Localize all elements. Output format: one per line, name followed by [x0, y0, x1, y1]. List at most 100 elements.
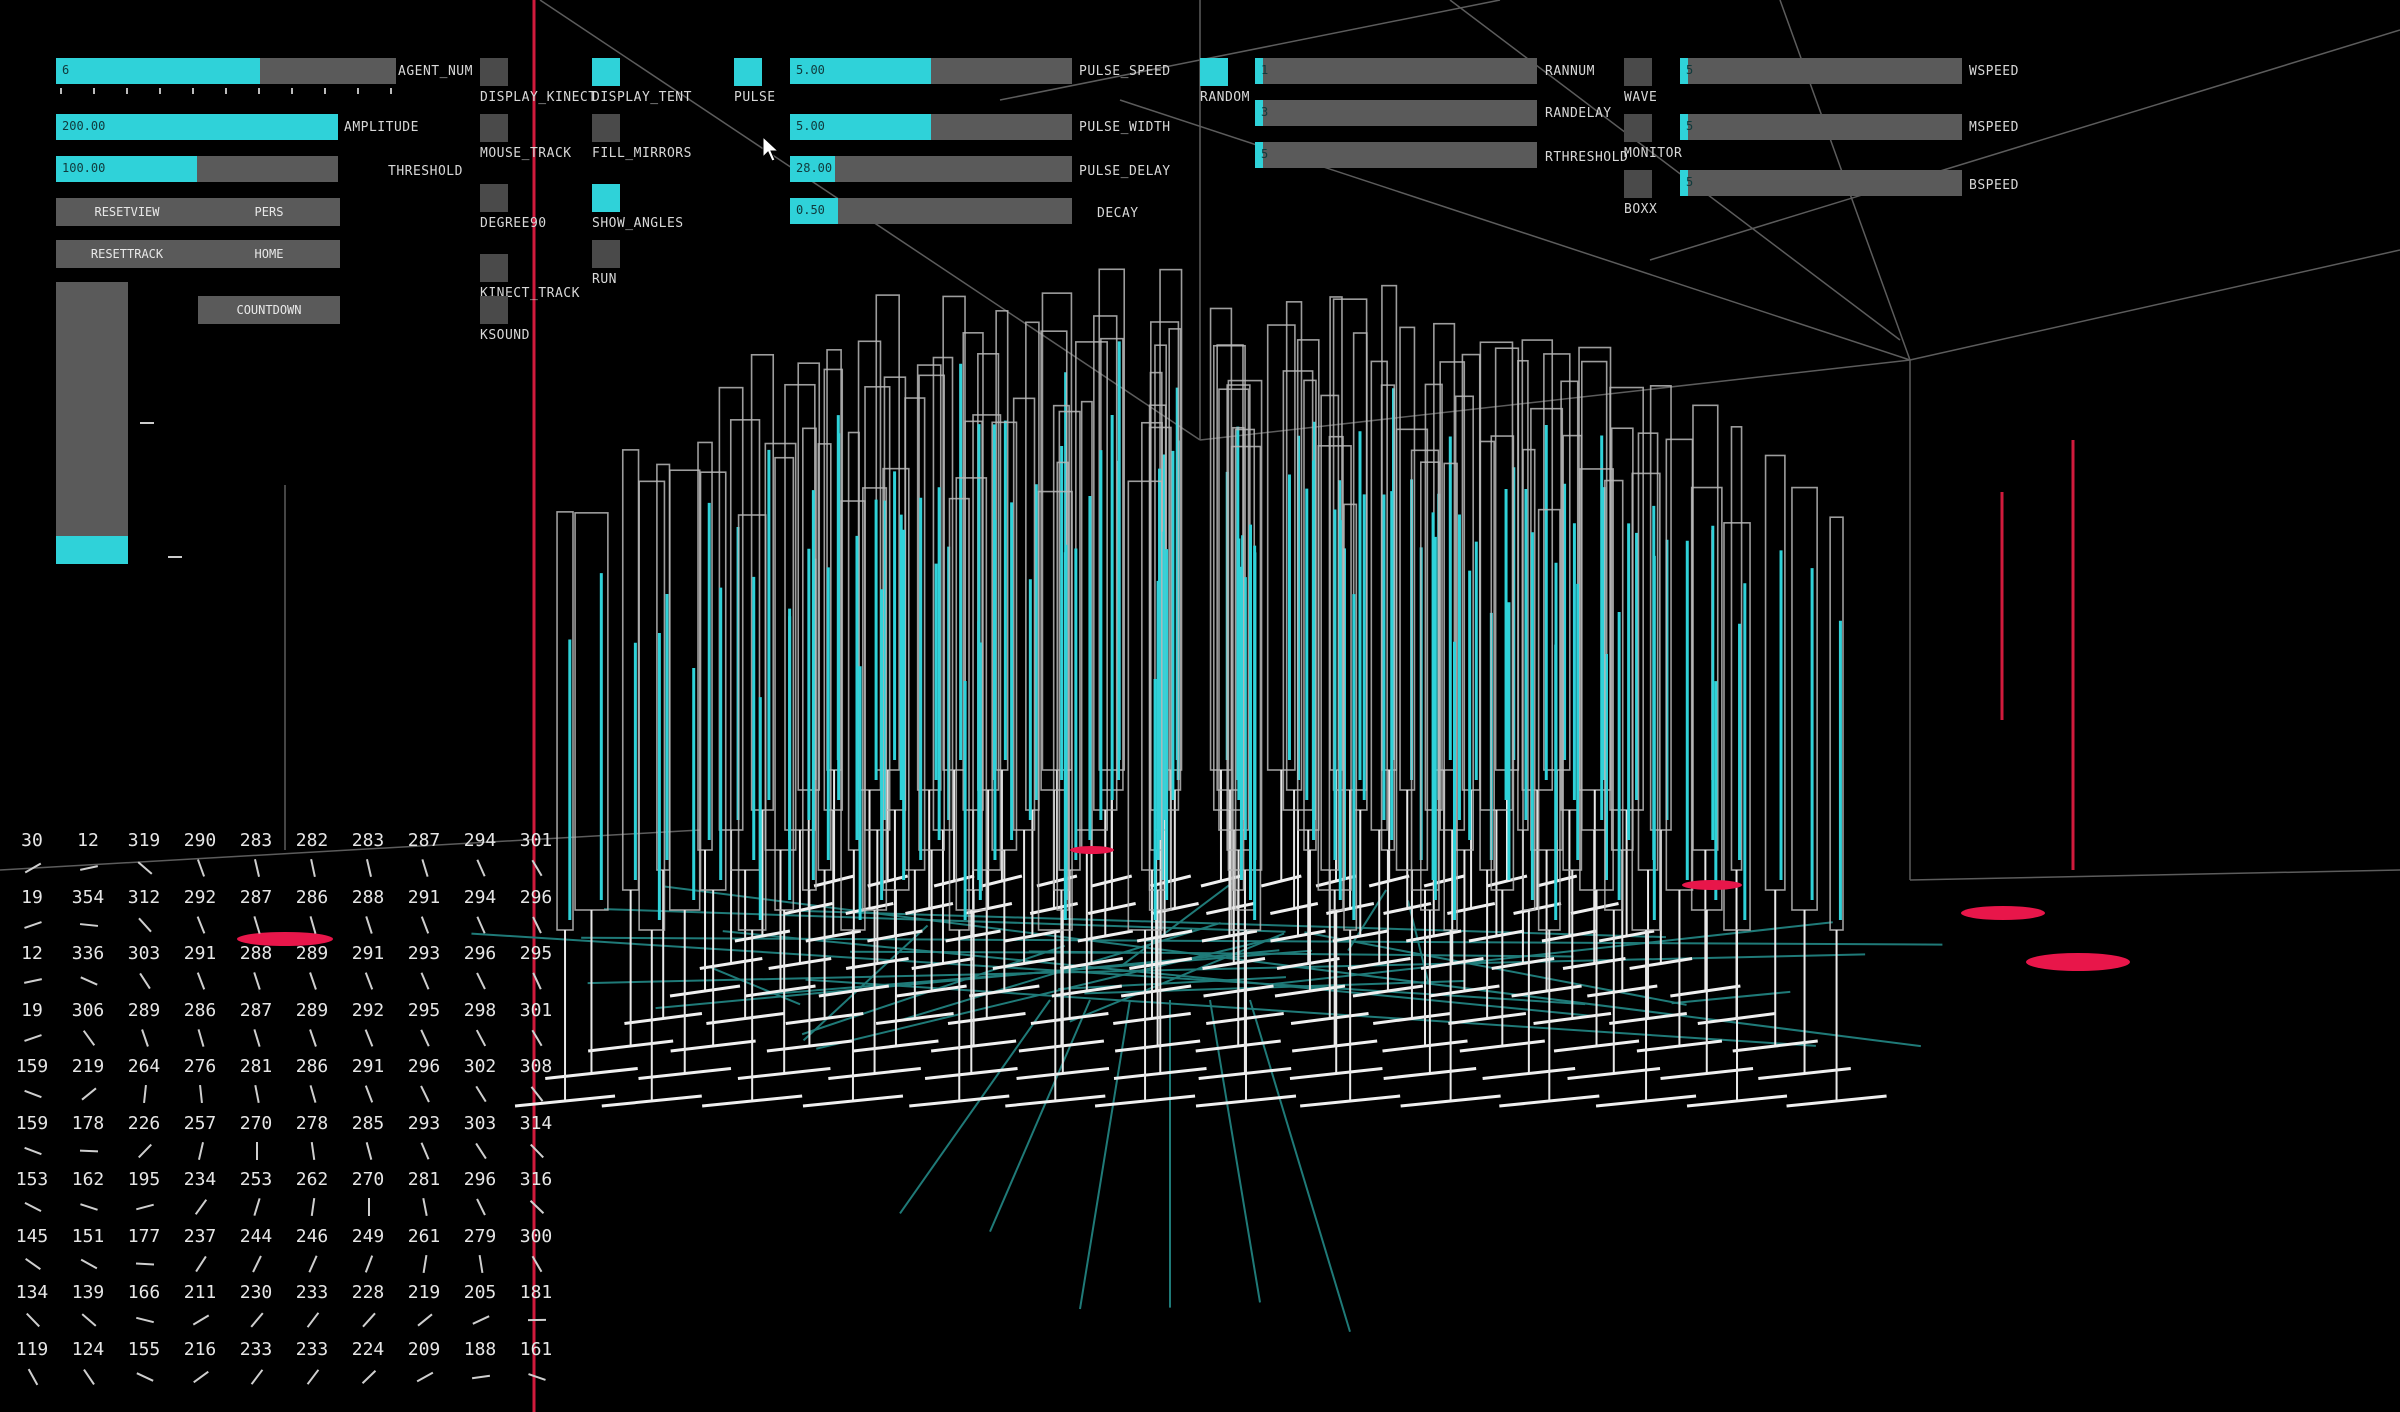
pulse-toggle[interactable] [734, 58, 762, 86]
pulse-delay-slider[interactable]: 28.00 [790, 156, 1072, 182]
home-button[interactable]: HOME [198, 240, 340, 268]
rannum-slider[interactable]: 1 [1255, 58, 1537, 84]
angle-value: 19 [21, 886, 43, 908]
angle-value: 139 [71, 1282, 105, 1303]
display-tent-toggle[interactable] [592, 58, 620, 86]
amplitude-label: AMPLITUDE [344, 120, 419, 135]
rannum-value: 1 [1261, 63, 1269, 77]
boxx-label: BOXX [1624, 202, 1658, 217]
vertical-slider-fill [56, 535, 128, 564]
angle-value: 281 [407, 1169, 441, 1190]
angle-value: 30 [21, 830, 43, 851]
angle-indicator [256, 1141, 258, 1160]
rthreshold-slider[interactable]: 5 [1255, 142, 1537, 168]
display-kinect-toggle[interactable] [480, 58, 508, 86]
angle-value: 19 [21, 999, 43, 1021]
monitor-toggle[interactable] [1624, 114, 1652, 142]
show-angles-toggle[interactable] [592, 184, 620, 212]
angle-value: 151 [71, 1225, 105, 1247]
bspeed-slider[interactable]: 5 [1680, 170, 1962, 196]
pulse-delay-value: 28.00 [796, 161, 833, 175]
angle-value: 296 [519, 886, 553, 908]
angle-value: 289 [295, 943, 329, 964]
randelay-label: RANDELAY [1545, 106, 1612, 121]
agent-num-tick [126, 88, 128, 94]
angle-value: 224 [351, 1338, 385, 1360]
angle-value: 287 [407, 830, 441, 851]
agent-num-tick [291, 88, 293, 94]
angle-value: 257 [183, 1112, 217, 1134]
display-tent-label: DISPLAY_TENT [592, 90, 692, 105]
angle-value: 286 [295, 1056, 329, 1077]
wspeed-value: 5 [1686, 63, 1694, 77]
angle-value: 282 [295, 830, 329, 851]
agent-num-tick [324, 88, 326, 94]
decay-slider[interactable]: 0.50 [790, 198, 1072, 224]
ksound-toggle[interactable] [480, 296, 508, 324]
floor-line [899, 999, 1051, 1214]
threshold-slider[interactable]: 100.00 [56, 156, 338, 182]
wspeed-slider[interactable]: 5 [1680, 58, 1962, 84]
angle-value: 287 [239, 886, 273, 908]
tracked-person-marker[interactable] [2026, 953, 2130, 971]
resetview-button[interactable]: RESETVIEW [56, 198, 198, 226]
floor-line [816, 936, 1279, 1050]
angle-value: 303 [127, 943, 161, 964]
angle-value: 181 [519, 1282, 553, 1303]
angle-value: 178 [71, 1112, 105, 1134]
angle-value: 291 [351, 1056, 385, 1077]
agent-num-label: AGENT_NUM [398, 64, 473, 79]
agent-num-slider-fill [56, 58, 260, 84]
degree90-toggle[interactable] [480, 184, 508, 212]
pulse-speed-slider[interactable]: 5.00 [790, 58, 1072, 84]
angle-indicator [527, 1318, 547, 1322]
angle-value: 286 [295, 886, 329, 908]
agent-num-tick [60, 88, 62, 94]
tracked-person-marker[interactable] [1961, 906, 2045, 920]
pulse-width-slider[interactable]: 5.00 [790, 114, 1072, 140]
countdown-button[interactable]: COUNTDOWN [198, 296, 340, 324]
agent-num-tick [357, 88, 359, 94]
run-toggle[interactable] [592, 240, 620, 268]
pulse-width-label: PULSE_WIDTH [1079, 120, 1171, 135]
angle-value: 177 [127, 1225, 161, 1247]
decay-value: 0.50 [796, 203, 825, 217]
randelay-slider[interactable]: 3 [1255, 100, 1537, 126]
wave-toggle[interactable] [1624, 58, 1652, 86]
angle-value: 12 [21, 943, 43, 964]
pers-button[interactable]: PERS [198, 198, 340, 226]
fill-mirrors-toggle[interactable] [592, 114, 620, 142]
mirror-field-3d-view[interactable] [0, 0, 2400, 1412]
boxx-toggle[interactable] [1624, 170, 1652, 198]
mspeed-slider[interactable]: 5 [1680, 114, 1962, 140]
agent-num-slider[interactable]: 6 [56, 58, 396, 84]
angle-value: 216 [183, 1338, 217, 1360]
angle-value: 219 [407, 1282, 441, 1303]
angle-value: 195 [127, 1169, 161, 1190]
random-toggle[interactable] [1200, 58, 1228, 86]
pulse-label: PULSE [734, 90, 776, 105]
mspeed-value: 5 [1686, 119, 1694, 133]
angle-value: 295 [407, 999, 441, 1021]
resettrack-button[interactable]: RESETTRACK [56, 240, 198, 268]
agent-num-tick [225, 88, 227, 94]
threshold-label: THRESHOLD [388, 164, 463, 179]
angle-value: 293 [407, 943, 441, 964]
angle-value: 296 [463, 943, 497, 964]
angle-value: 298 [463, 999, 497, 1021]
agent-num-value: 6 [62, 63, 70, 77]
amplitude-slider[interactable]: 200.00 [56, 114, 338, 140]
angle-value: 293 [407, 1112, 441, 1134]
angle-value: 300 [519, 1225, 553, 1247]
angle-value: 281 [239, 1056, 273, 1077]
tracked-person-marker[interactable] [1070, 846, 1114, 854]
tracked-person-marker[interactable] [1682, 880, 1742, 890]
angle-value: 246 [295, 1225, 329, 1247]
kinect-track-toggle[interactable] [480, 254, 508, 282]
mouse-track-toggle[interactable] [480, 114, 508, 142]
vertical-slider[interactable] [56, 282, 128, 564]
bspeed-label: BSPEED [1969, 178, 2019, 193]
mirror-panel [574, 512, 609, 911]
angle-value: 291 [351, 943, 385, 964]
angle-value: 292 [183, 886, 217, 908]
